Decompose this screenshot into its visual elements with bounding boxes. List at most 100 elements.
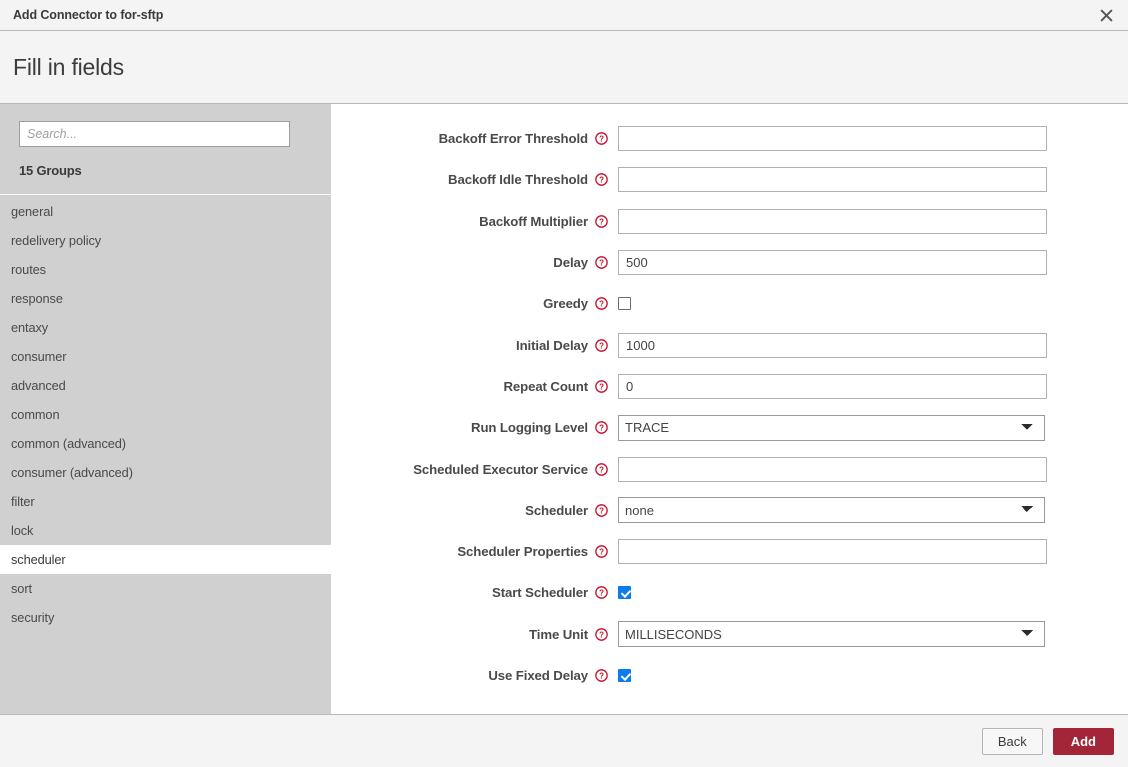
- select-time-unit[interactable]: MILLISECONDS: [618, 621, 1045, 647]
- field-control: [618, 250, 1128, 275]
- dialog-footer: Back Add: [0, 715, 1128, 767]
- field-row: Initial Delay?: [331, 324, 1128, 365]
- field-control: [618, 126, 1128, 151]
- field-label-wrap: Scheduled Executor Service?: [331, 462, 618, 477]
- help-circle-icon[interactable]: ?: [595, 545, 608, 558]
- field-control: [618, 333, 1128, 358]
- group-item-redelivery-policy[interactable]: redelivery policy: [0, 226, 331, 255]
- add-button[interactable]: Add: [1053, 728, 1114, 755]
- help-circle-icon[interactable]: ?: [595, 628, 608, 641]
- group-item-response[interactable]: response: [0, 284, 331, 313]
- group-item-routes[interactable]: routes: [0, 255, 331, 284]
- group-item-consumer[interactable]: consumer: [0, 342, 331, 371]
- help-circle-icon[interactable]: ?: [595, 504, 608, 517]
- group-item-lock[interactable]: lock: [0, 516, 331, 545]
- svg-text:?: ?: [599, 176, 604, 185]
- sidebar-header: 15 Groups: [0, 104, 331, 195]
- svg-text:?: ?: [599, 506, 604, 515]
- field-control: [618, 209, 1128, 234]
- group-item-general[interactable]: general: [0, 197, 331, 226]
- field-row: Backoff Multiplier?: [331, 201, 1128, 242]
- select-run-logging-level[interactable]: TRACE: [618, 415, 1045, 441]
- field-label: Run Logging Level: [471, 420, 588, 435]
- input-initial-delay[interactable]: [618, 333, 1047, 358]
- field-label-wrap: Use Fixed Delay?: [331, 668, 618, 683]
- field-label-wrap: Time Unit?: [331, 627, 618, 642]
- group-item-filter[interactable]: filter: [0, 487, 331, 516]
- group-item-advanced[interactable]: advanced: [0, 371, 331, 400]
- groups-list: generalredelivery policyroutesresponseen…: [0, 195, 331, 714]
- field-label-wrap: Backoff Idle Threshold?: [331, 172, 618, 187]
- field-label: Start Scheduler: [492, 585, 588, 600]
- field-row: Scheduled Executor Service?: [331, 448, 1128, 489]
- field-row: Repeat Count?: [331, 366, 1128, 407]
- back-button[interactable]: Back: [982, 728, 1043, 755]
- field-label: Scheduler: [525, 503, 588, 518]
- add-connector-dialog: Add Connector to for-sftp Fill in fields…: [0, 0, 1128, 767]
- help-circle-icon[interactable]: ?: [595, 586, 608, 599]
- field-row: Start Scheduler?: [331, 572, 1128, 613]
- field-control: [618, 457, 1128, 482]
- input-scheduled-executor-service[interactable]: [618, 457, 1047, 482]
- help-circle-icon[interactable]: ?: [595, 297, 608, 310]
- field-control: [618, 297, 1128, 310]
- field-label-wrap: Backoff Multiplier?: [331, 214, 618, 229]
- input-delay[interactable]: [618, 250, 1047, 275]
- help-circle-icon[interactable]: ?: [595, 173, 608, 186]
- input-scheduler-properties[interactable]: [618, 539, 1047, 564]
- groups-sidebar: 15 Groups generalredelivery policyroutes…: [0, 104, 331, 714]
- svg-text:?: ?: [599, 465, 604, 474]
- field-label: Backoff Multiplier: [479, 214, 588, 229]
- field-label: Initial Delay: [516, 338, 588, 353]
- group-item-consumer-advanced-[interactable]: consumer (advanced): [0, 458, 331, 487]
- help-circle-icon[interactable]: ?: [595, 421, 608, 434]
- dialog-title: Add Connector to for-sftp: [0, 8, 163, 22]
- svg-text:?: ?: [599, 424, 604, 433]
- help-circle-icon[interactable]: ?: [595, 256, 608, 269]
- field-label-wrap: Scheduler?: [331, 503, 618, 518]
- help-circle-icon[interactable]: ?: [595, 339, 608, 352]
- field-control: [618, 586, 1128, 599]
- field-row: Time Unit?MILLISECONDS: [331, 614, 1128, 655]
- groups-count-label: 15 Groups: [19, 163, 311, 178]
- field-row: Run Logging Level?TRACE: [331, 407, 1128, 448]
- field-control: [618, 167, 1128, 192]
- field-label: Backoff Error Threshold: [439, 131, 588, 146]
- group-item-scheduler[interactable]: scheduler: [0, 545, 331, 574]
- svg-text:?: ?: [599, 672, 604, 681]
- close-icon[interactable]: [1084, 0, 1128, 30]
- group-item-common-advanced-[interactable]: common (advanced): [0, 429, 331, 458]
- input-backoff-idle-threshold[interactable]: [618, 167, 1047, 192]
- field-label: Repeat Count: [503, 379, 588, 394]
- field-label: Delay: [553, 255, 588, 270]
- checkbox-start-scheduler[interactable]: [618, 586, 631, 599]
- checkbox-greedy[interactable]: [618, 297, 631, 310]
- field-control: TRACE: [618, 415, 1128, 441]
- dialog-titlebar: Add Connector to for-sftp: [0, 0, 1128, 31]
- help-circle-icon[interactable]: ?: [595, 215, 608, 228]
- group-item-entaxy[interactable]: entaxy: [0, 313, 331, 342]
- input-repeat-count[interactable]: [618, 374, 1047, 399]
- help-circle-icon[interactable]: ?: [595, 463, 608, 476]
- help-circle-icon[interactable]: ?: [595, 380, 608, 393]
- heading-band: Fill in fields: [0, 31, 1128, 104]
- search-input[interactable]: [19, 121, 290, 147]
- field-control: [618, 374, 1128, 399]
- page-title: Fill in fields: [0, 54, 124, 81]
- field-label: Time Unit: [529, 627, 588, 642]
- field-label-wrap: Delay?: [331, 255, 618, 270]
- input-backoff-multiplier[interactable]: [618, 209, 1047, 234]
- select-scheduler[interactable]: none: [618, 497, 1045, 523]
- help-circle-icon[interactable]: ?: [595, 132, 608, 145]
- field-label-wrap: Scheduler Properties?: [331, 544, 618, 559]
- group-item-common[interactable]: common: [0, 400, 331, 429]
- field-label-wrap: Start Scheduler?: [331, 585, 618, 600]
- field-row: Delay?: [331, 242, 1128, 283]
- field-control: none: [618, 497, 1128, 523]
- help-circle-icon[interactable]: ?: [595, 669, 608, 682]
- group-item-security[interactable]: security: [0, 603, 331, 632]
- input-backoff-error-threshold[interactable]: [618, 126, 1047, 151]
- group-item-sort[interactable]: sort: [0, 574, 331, 603]
- field-label-wrap: Run Logging Level?: [331, 420, 618, 435]
- checkbox-use-fixed-delay[interactable]: [618, 669, 631, 682]
